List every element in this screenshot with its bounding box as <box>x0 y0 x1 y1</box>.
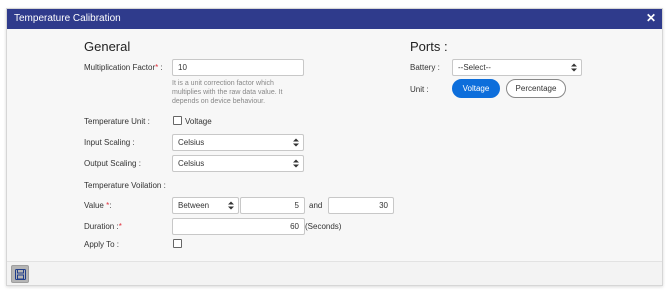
select-arrows-icon <box>571 63 577 72</box>
battery-select[interactable]: --Select-- <box>452 59 582 76</box>
multiplication-factor-input[interactable]: 10 <box>172 59 304 76</box>
general-heading: General <box>84 39 131 54</box>
input-scaling-value: Celsius <box>178 138 205 147</box>
select-arrows-icon <box>293 138 299 147</box>
dialog-footer <box>7 261 662 285</box>
output-scaling-value: Celsius <box>178 159 205 168</box>
temperature-calibration-dialog: Temperature Calibration ✕ General Multip… <box>6 8 663 286</box>
value-min-input[interactable]: 5 <box>240 197 305 214</box>
temperature-unit-voltage-label: Voltage <box>185 117 212 126</box>
duration-unit-label: (Seconds) <box>305 222 342 231</box>
value-operator-select[interactable]: Between <box>172 197 239 214</box>
temperature-violation-label: Temperature Voilation : <box>84 181 166 190</box>
apply-to-label: Apply To : <box>84 240 119 249</box>
multiplication-factor-help: It is a unit correction factor which mul… <box>172 80 283 105</box>
unit-voltage-button[interactable]: Voltage <box>452 79 500 98</box>
duration-label: Duration :* <box>84 222 122 231</box>
save-icon <box>15 269 26 280</box>
unit-percentage-button[interactable]: Percentage <box>506 79 566 98</box>
ports-heading: Ports : <box>410 39 448 54</box>
battery-label: Battery : <box>410 63 440 72</box>
duration-input[interactable]: 60 <box>172 218 305 235</box>
select-arrows-icon <box>228 201 234 210</box>
temperature-unit-voltage-checkbox[interactable] <box>173 116 182 125</box>
battery-value: --Select-- <box>458 63 491 72</box>
dialog-body: General Multiplication Factor* : 10 It i… <box>7 29 662 261</box>
value-operator-value: Between <box>178 201 210 210</box>
select-arrows-icon <box>293 159 299 168</box>
temperature-unit-label: Temperature Unit : <box>84 117 150 126</box>
apply-to-checkbox[interactable] <box>173 239 182 248</box>
save-button[interactable] <box>11 265 29 283</box>
dialog-title: Temperature Calibration <box>14 13 121 24</box>
multiplication-factor-label: Multiplication Factor* : <box>84 63 163 72</box>
value-label: Value *: <box>84 201 112 210</box>
output-scaling-label: Output Scaling : <box>84 159 141 168</box>
output-scaling-select[interactable]: Celsius <box>172 155 304 172</box>
value-max-input[interactable]: 30 <box>328 197 394 214</box>
unit-label: Unit : <box>410 85 429 94</box>
close-icon[interactable]: ✕ <box>644 11 658 25</box>
required-mark: * <box>118 222 122 231</box>
input-scaling-select[interactable]: Celsius <box>172 134 304 151</box>
dialog-titlebar: Temperature Calibration ✕ <box>7 9 662 29</box>
value-connector-label: and <box>309 201 323 210</box>
input-scaling-label: Input Scaling : <box>84 138 135 147</box>
